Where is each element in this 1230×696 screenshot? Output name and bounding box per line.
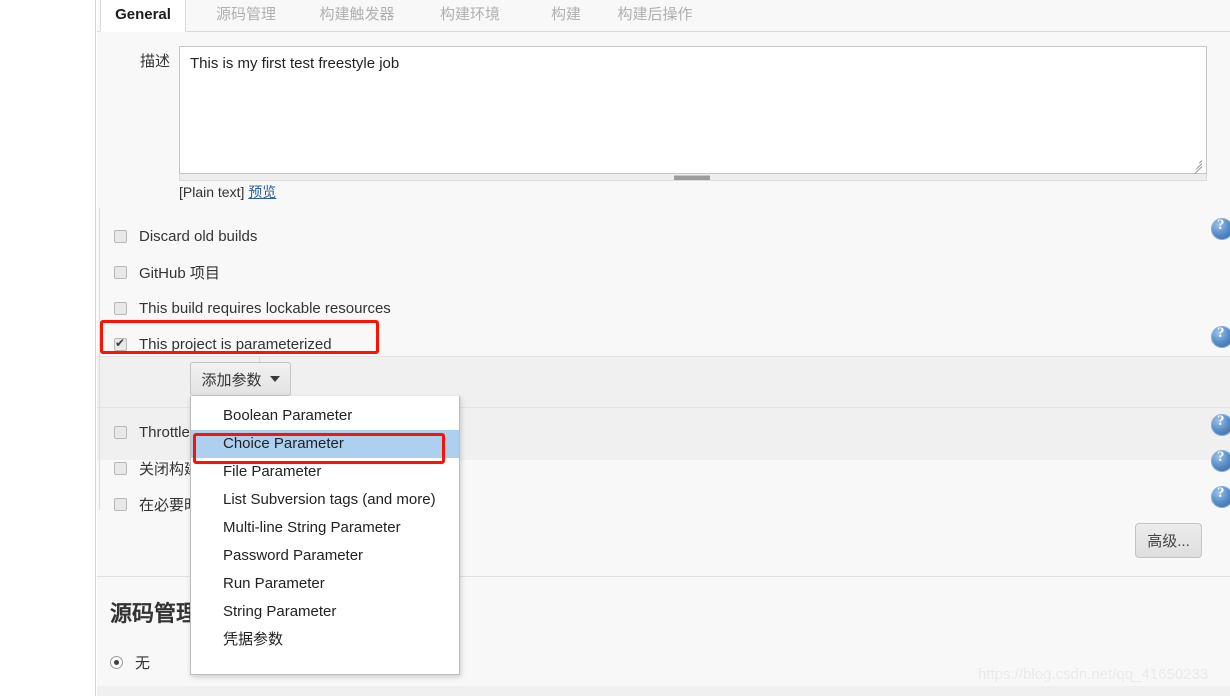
checkbox-icon[interactable] — [114, 497, 127, 511]
drag-handle-icon[interactable] — [674, 175, 710, 180]
checkbox-label: This project is parameterized — [139, 335, 332, 353]
config-tab-bar: General 源码管理 构建触发器 构建环境 构建 构建后操作 — [97, 0, 1230, 32]
tab-general[interactable]: General — [100, 0, 186, 32]
tab-item-3[interactable]: 构建环境 — [428, 0, 512, 32]
menu-item-param-3[interactable]: List Subversion tags (and more) — [191, 486, 459, 514]
checkbox-icon[interactable] — [114, 425, 127, 439]
checkbox-row[interactable]: This project is parameterized — [97, 326, 332, 362]
add-parameter-menu[interactable]: Boolean Parameter Choice Parameter File Pa… — [190, 396, 460, 675]
tab-item-4[interactable]: 构建 — [543, 0, 589, 32]
advanced-button[interactable]: 高级... — [1135, 523, 1202, 558]
add-parameter-label: 添加参数 — [201, 371, 262, 389]
checkbox-icon[interactable] — [114, 265, 127, 279]
radio-icon[interactable] — [110, 656, 123, 669]
checkbox-row[interactable]: GitHub 项目 — [97, 254, 220, 290]
checkbox-label: This build requires lockable resources — [139, 299, 391, 317]
checkbox-row[interactable]: This build requires lockable resources — [97, 290, 391, 326]
add-parameter-button[interactable]: 添加参数 — [190, 362, 291, 396]
checkbox-icon[interactable] — [114, 335, 127, 351]
preview-link[interactable]: 预览 — [248, 184, 276, 200]
description-textarea[interactable]: This is my first test freestyle job — [179, 46, 1207, 174]
tab-item-1[interactable]: 源码管理 — [204, 0, 288, 32]
checkbox-label: GitHub 项目 — [139, 264, 220, 282]
jenkins-job-config-page: General 源码管理 构建触发器 构建环境 构建 构建后操作 描述 This is m… — [0, 0, 1230, 696]
scm-option-none[interactable]: 无 — [110, 652, 150, 673]
description-drag-strip[interactable] — [179, 174, 1207, 181]
watermark: https://blog.csdn.net/qq_41650233 — [978, 666, 1209, 683]
tab-item-2[interactable]: 构建触发器 — [305, 0, 409, 32]
checkbox-row[interactable]: 关闭构建 — [97, 450, 199, 486]
description-markup-row: [Plain text] 预览 — [179, 182, 276, 202]
help-icon[interactable] — [1211, 450, 1230, 472]
menu-item-param-4[interactable]: Multi-line String Parameter — [191, 514, 459, 542]
checkbox-label: Discard old builds — [139, 227, 258, 245]
menu-item-param-8[interactable]: 凭据参数 — [191, 626, 459, 654]
scm-section-title: 源码管理 — [110, 601, 199, 626]
checkbox-row[interactable]: Discard old builds — [97, 218, 257, 254]
scm-option-none-label: 无 — [135, 655, 151, 672]
menu-item-param-0[interactable]: Boolean Parameter — [191, 402, 459, 430]
scm-footer-strip — [97, 686, 1230, 696]
help-icon[interactable] — [1211, 218, 1230, 240]
help-icon[interactable] — [1211, 486, 1230, 508]
chevron-down-icon — [269, 376, 280, 382]
menu-item-param-2[interactable]: File Parameter — [191, 458, 459, 486]
markup-type-label: [Plain text] — [179, 184, 245, 200]
help-icon[interactable] — [1211, 414, 1230, 436]
menu-item-choice-parameter[interactable]: Choice Parameter — [191, 430, 459, 458]
left-gutter — [0, 0, 96, 696]
menu-item-param-5[interactable]: Password Parameter — [191, 542, 459, 570]
checkbox-icon[interactable] — [114, 461, 127, 475]
help-icon[interactable] — [1211, 326, 1230, 348]
description-label: 描述 — [139, 53, 170, 70]
checkbox-icon[interactable] — [114, 301, 127, 315]
menu-item-param-7[interactable]: String Parameter — [191, 598, 459, 626]
tab-item-5[interactable]: 构建后操作 — [603, 0, 707, 32]
checkbox-icon[interactable] — [114, 229, 127, 243]
menu-item-param-6[interactable]: Run Parameter — [191, 570, 459, 598]
